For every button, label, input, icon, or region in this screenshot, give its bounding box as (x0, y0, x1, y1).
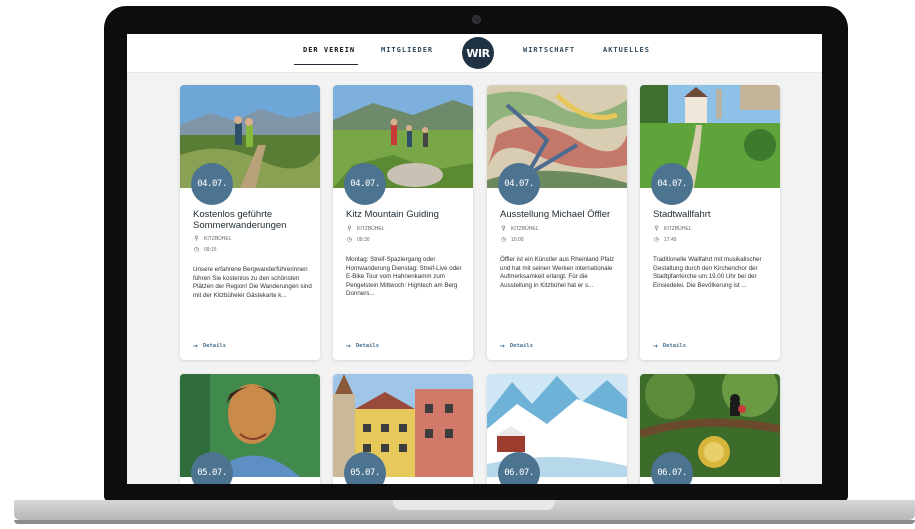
event-card[interactable]: 04.07. Ausstellung Michael Öffler ⚲ KITZB… (487, 85, 627, 360)
active-nav-underline (294, 64, 358, 65)
event-title[interactable]: Kitz Mountain Guiding (346, 209, 464, 220)
arrow-right-icon: → (193, 341, 198, 350)
browser-screen: DER VEREIN MITGLIEDER WIR WIRTSCHAFT AKT… (127, 34, 822, 484)
event-location: KITZBÜHEL (357, 225, 385, 232)
event-time: 17:45 (664, 236, 677, 243)
camera-icon (472, 15, 481, 24)
event-title[interactable]: Stadtwallfahrt (653, 209, 771, 220)
time-row: ◷ 09:30 (346, 236, 370, 244)
time-row: ◷ 10:00 (500, 236, 524, 244)
location-pin-icon: ⚲ (194, 236, 199, 242)
location-pin-icon: ⚲ (654, 226, 659, 232)
event-title[interactable]: Ausstellung Michael Öffler (500, 209, 618, 220)
logo-text: WIR (466, 46, 490, 60)
location-pin-icon: ⚲ (501, 226, 506, 232)
arrow-right-icon: → (500, 341, 505, 350)
event-location: KITZBÜHEL (204, 235, 232, 242)
nav-wirtschaft[interactable]: WIRTSCHAFT (523, 46, 575, 54)
date-badge: 04.07. (191, 163, 233, 205)
event-card[interactable]: 04.07. Kitz Mountain Guiding ⚲ KITZBÜHEL … (333, 85, 473, 360)
nav-der-verein[interactable]: DER VEREIN (303, 46, 355, 54)
event-description: Unsere erfahrene Bergwanderführerinnen f… (193, 266, 312, 299)
details-link[interactable]: → Details (193, 341, 226, 350)
details-label: Details (355, 342, 380, 349)
time-row: ◷ 17:45 (653, 236, 677, 244)
event-location: KITZBÜHEL (511, 225, 539, 232)
nav-mitglieder[interactable]: MITGLIEDER (381, 46, 433, 54)
clock-icon: ◷ (193, 247, 200, 253)
clock-icon: ◷ (346, 237, 353, 243)
date-badge: 04.07. (651, 163, 693, 205)
clock-icon: ◷ (500, 237, 507, 243)
details-label: Details (662, 342, 687, 349)
location-row: ⚲ KITZBÜHEL (653, 225, 692, 233)
details-link[interactable]: → Details (500, 341, 533, 350)
event-card[interactable]: 06.07. (640, 374, 780, 484)
date-badge: 04.07. (344, 163, 386, 205)
event-card[interactable]: 04.07. Kostenlos geführte Sommerwanderun… (180, 85, 320, 360)
event-location: KITZBÜHEL (664, 225, 692, 232)
event-time: 09:15 (204, 246, 217, 253)
wir-logo[interactable]: WIR (462, 37, 494, 69)
date-badge: 04.07. (498, 163, 540, 205)
event-time: 09:30 (357, 236, 370, 243)
event-title[interactable]: Kostenlos geführte Sommerwanderungen (193, 209, 311, 231)
event-card[interactable]: 05.07. (333, 374, 473, 484)
event-description: Öffler ist ein Künstler aus Rheinland Pf… (500, 256, 615, 289)
event-description: Traditionelle Wallfahrt mit musikalische… (653, 256, 762, 289)
event-card[interactable]: 06.07. (487, 374, 627, 484)
nav-aktuelles[interactable]: AKTUELLES (603, 46, 650, 54)
laptop-base-notch (393, 500, 555, 510)
arrow-right-icon: → (346, 341, 351, 350)
details-link[interactable]: → Details (346, 341, 379, 350)
location-pin-icon: ⚲ (347, 226, 352, 232)
event-card[interactable]: 04.07. Stadtwallfahrt ⚲ KITZBÜHEL ◷ 17:45 … (640, 85, 780, 360)
location-row: ⚲ KITZBÜHEL (346, 225, 385, 233)
event-description: Montag: Streif-Spaziergang oder Hornwand… (346, 256, 462, 298)
laptop-base-shadow (14, 520, 915, 524)
clock-icon: ◷ (653, 237, 660, 243)
arrow-right-icon: → (653, 341, 658, 350)
details-label: Details (509, 342, 534, 349)
top-navigation: DER VEREIN MITGLIEDER WIR WIRTSCHAFT AKT… (127, 34, 822, 73)
event-card[interactable]: 05.07. (180, 374, 320, 484)
location-row: ⚲ KITZBÜHEL (193, 235, 232, 243)
details-label: Details (202, 342, 227, 349)
location-row: ⚲ KITZBÜHEL (500, 225, 539, 233)
details-link[interactable]: → Details (653, 341, 686, 350)
time-row: ◷ 09:15 (193, 246, 217, 254)
event-time: 10:00 (511, 236, 524, 243)
